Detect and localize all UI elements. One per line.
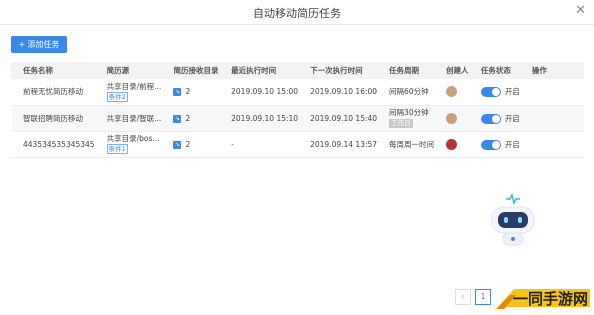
actions-cell (520, 79, 584, 105)
plus-icon: + (18, 40, 26, 49)
prev-page-button[interactable]: ‹ (455, 289, 471, 305)
source-path: 共享目录/智联... (106, 113, 162, 123)
last-run: - (231, 139, 234, 149)
creator-cell (434, 79, 469, 105)
source-cell: 共享目录/前程... 条件2 (95, 79, 162, 105)
robot-assistant-icon[interactable] (486, 193, 540, 253)
pagination: ‹ 1 (455, 289, 495, 308)
header-status: 任务状态 (480, 66, 511, 75)
status-label: 开启 (504, 87, 520, 97)
folder-icon: ↘ (173, 88, 182, 97)
last-run: 2019.09.10 15:00 (231, 87, 299, 97)
next-run: 2019.09.10 16:00 (310, 87, 378, 97)
table-row[interactable]: 前程无忧简历移动 共享目录/前程... 条件2 ↘ 2 2019.09.10 15… (11, 79, 584, 105)
next-run: 2019.09.10 15:40 (310, 113, 378, 123)
condition-tag[interactable]: 条件1 (106, 144, 128, 154)
watermark-text: 一同手游网 (512, 290, 588, 308)
task-table: 任务名称 简历源 简历接收目录 最近执行时间 下一次执行时间 任务周期 创建人 … (11, 62, 584, 158)
table-header-row: 任务名称 简历源 简历接收目录 最近执行时间 下一次执行时间 任务周期 创建人 … (11, 62, 584, 79)
workday-tag: 工作日 (389, 119, 413, 128)
source-cell: 共享目录/智联... (95, 105, 162, 131)
status-cell: 开启 (469, 79, 520, 105)
cycle: 间隔60分钟 (389, 87, 429, 97)
page-button-current[interactable]: 1 (475, 289, 491, 305)
status-toggle[interactable] (480, 87, 501, 98)
header-cycle: 任务周期 (389, 66, 420, 75)
header-creator: 创建人 (446, 66, 469, 75)
header-next-run: 下一次执行时间 (310, 66, 363, 75)
actions-cell (520, 105, 584, 131)
dialog-title: 自动移动简历任务 (253, 7, 341, 20)
status-toggle[interactable] (480, 139, 501, 150)
header-last-run: 最近执行时间 (231, 66, 277, 75)
status-toggle[interactable] (480, 113, 501, 124)
cycle-cell: 间隔30分钟 工作日 (377, 105, 434, 131)
add-task-label: 添加任务 (27, 40, 60, 49)
status-label: 开启 (504, 113, 520, 123)
source-cell: 共享目录/bos... 条件1 (95, 131, 162, 157)
source-path: 共享目录/前程... (106, 81, 162, 91)
receive-dir-cell[interactable]: ↘ 2 (161, 105, 219, 131)
add-task-button[interactable]: + 添加任务 (11, 36, 67, 53)
avatar (446, 138, 458, 150)
status-cell: 开启 (469, 131, 520, 157)
receive-dir-cell[interactable]: ↘ 2 (161, 131, 219, 157)
next-run: 2019.09.14 13:57 (310, 139, 378, 149)
table-row[interactable]: 智联招聘简历移动 共享目录/智联... ↘ 2 2019.09.10 15:10 … (11, 105, 584, 131)
dir-count: 2 (185, 113, 191, 123)
folder-icon: ↘ (173, 114, 182, 123)
creator-cell (434, 131, 469, 157)
avatar (446, 112, 458, 124)
cycle: 每周周一时间 (389, 139, 435, 149)
condition-tag[interactable]: 条件2 (106, 91, 128, 102)
avatar (446, 86, 458, 98)
status-label: 开启 (504, 139, 520, 149)
task-name: 443534535345345 (23, 139, 95, 149)
receive-dir-cell[interactable]: ↘ 2 (161, 79, 219, 105)
source-path: 共享目录/bos... (106, 134, 160, 143)
creator-cell (434, 105, 469, 131)
dir-count: 2 (185, 139, 191, 149)
status-cell: 开启 (469, 105, 520, 131)
dir-count: 2 (185, 87, 191, 97)
last-run: 2019.09.10 15:10 (231, 113, 299, 123)
task-name: 前程无忧简历移动 (23, 87, 83, 97)
table-row[interactable]: 443534535345345 共享目录/bos... 条件1 ↘ 2 - 201… (11, 131, 584, 157)
header-source: 简历源 (106, 66, 130, 75)
header-actions: 操作 (531, 66, 547, 75)
cycle: 间隔30分钟 (389, 108, 429, 117)
header-task-name: 任务名称 (23, 66, 53, 75)
watermark-logo: 一同手游网 (494, 281, 594, 311)
actions-cell (520, 131, 584, 157)
header-receive-dir: 简历接收目录 (173, 66, 219, 75)
folder-icon: ↘ (173, 140, 182, 149)
task-name: 智联招聘简历移动 (23, 113, 83, 123)
dialog-titlebar: 自动移动简历任务 ✕ (0, 0, 594, 25)
close-icon[interactable]: ✕ (575, 3, 586, 19)
